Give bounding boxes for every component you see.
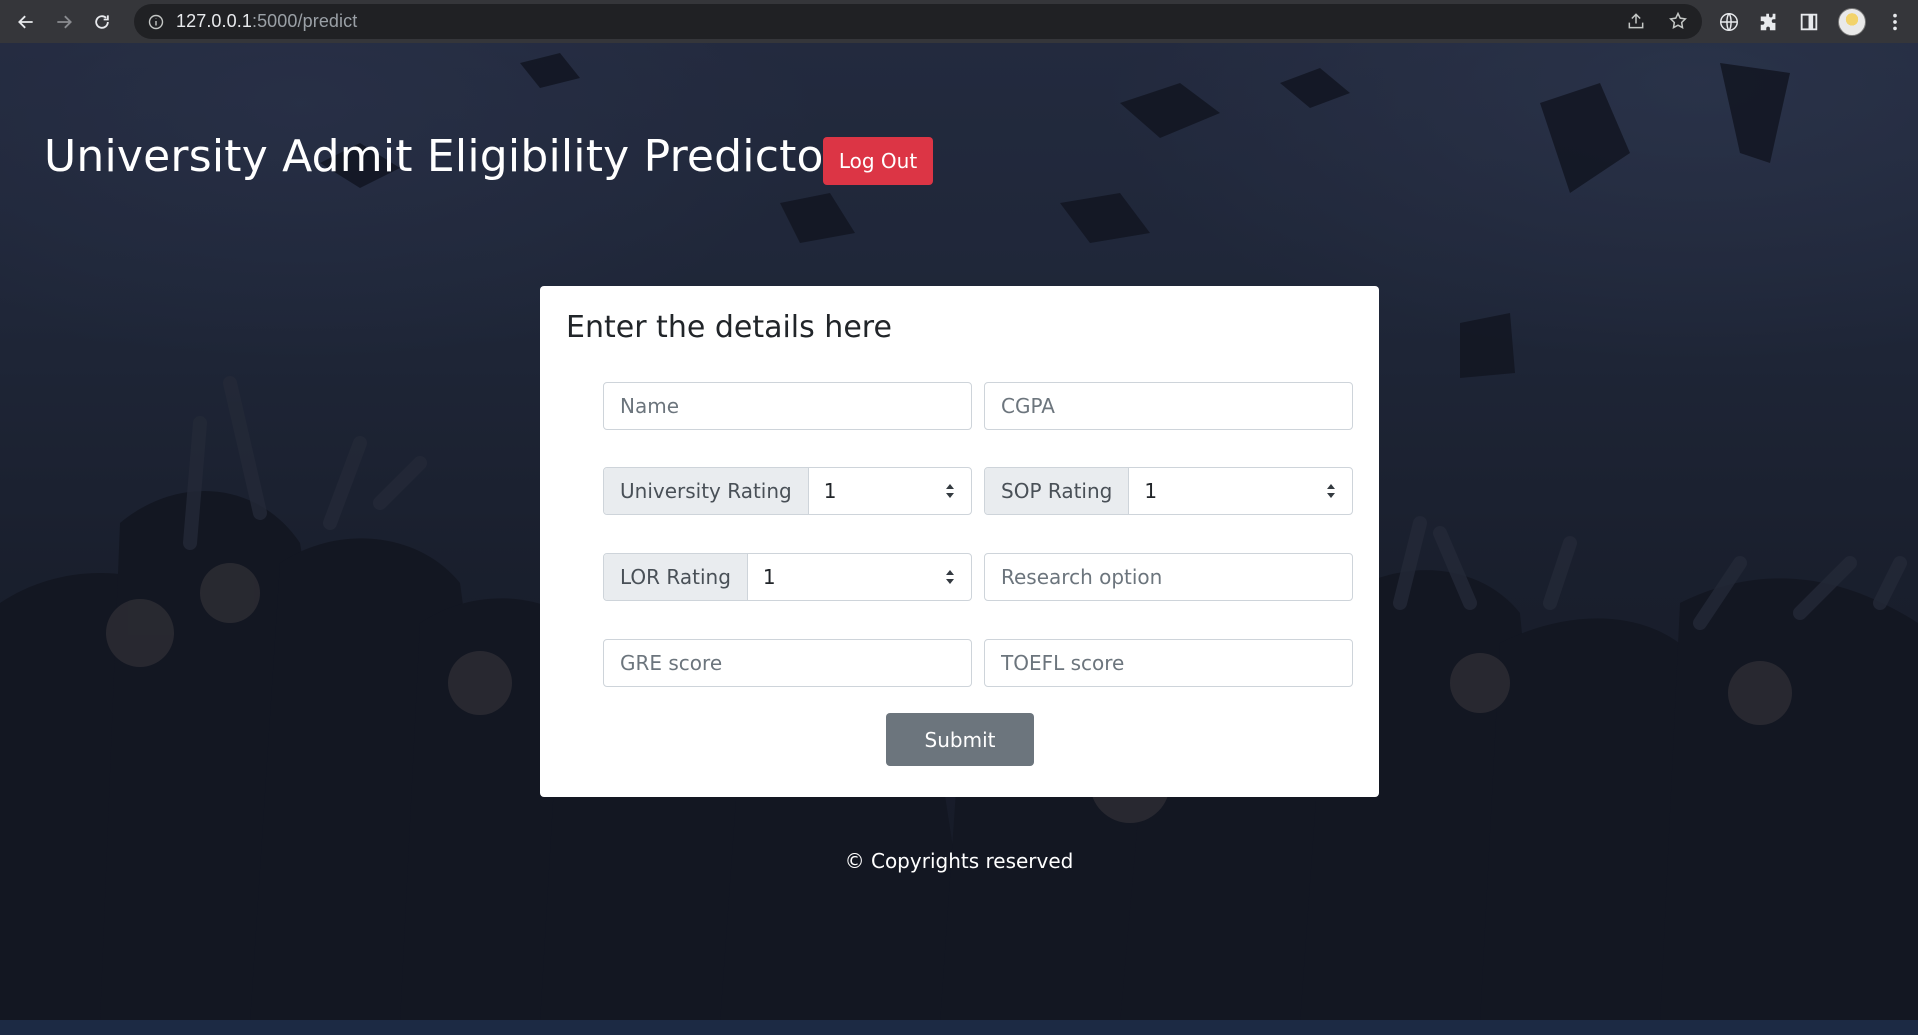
toefl-field[interactable]: [984, 639, 1353, 687]
university-rating-value: 1: [823, 479, 837, 503]
submit-button[interactable]: Submit: [886, 713, 1034, 766]
page-title: University Admit Eligibility Predictor: [44, 131, 842, 182]
address-bar[interactable]: 127.0.0.1:5000/predict: [134, 4, 1702, 39]
research-field[interactable]: [984, 553, 1353, 601]
share-icon[interactable]: [1626, 11, 1646, 31]
back-icon[interactable]: [14, 10, 38, 34]
lor-rating-group: LOR Rating 1: [603, 553, 972, 601]
sop-rating-group: SOP Rating 1: [984, 467, 1353, 515]
side-panel-icon[interactable]: [1798, 11, 1820, 33]
page-background: University Admit Eligibility Predictor L…: [0, 43, 1918, 1025]
research-input[interactable]: [985, 554, 1352, 600]
browser-toolbar: 127.0.0.1:5000/predict: [0, 0, 1918, 43]
footer-copyright: © Copyrights reserved: [844, 849, 1074, 873]
university-rating-group: University Rating 1: [603, 467, 972, 515]
lor-rating-select[interactable]: 1: [748, 554, 971, 600]
university-rating-label: University Rating: [604, 468, 809, 514]
select-arrows-icon: [1327, 484, 1335, 498]
reload-icon[interactable]: [90, 10, 114, 34]
cgpa-field[interactable]: [984, 382, 1353, 430]
select-arrows-icon: [946, 570, 954, 584]
toefl-input[interactable]: [985, 640, 1352, 686]
sop-rating-value: 1: [1144, 479, 1158, 503]
bookmark-star-icon[interactable]: [1668, 11, 1688, 31]
forward-icon[interactable]: [52, 10, 76, 34]
form-title: Enter the details here: [566, 310, 892, 345]
page-bottom-edge: [0, 1020, 1918, 1035]
name-input[interactable]: [604, 383, 971, 429]
extensions-puzzle-icon[interactable]: [1758, 11, 1780, 33]
globe-extension-icon[interactable]: [1718, 11, 1740, 33]
cgpa-input[interactable]: [985, 383, 1352, 429]
info-icon[interactable]: [148, 14, 164, 30]
gre-input[interactable]: [604, 640, 971, 686]
logout-button[interactable]: Log Out: [823, 137, 933, 185]
lor-rating-value: 1: [762, 565, 776, 589]
sop-rating-select[interactable]: 1: [1129, 468, 1352, 514]
gre-field[interactable]: [603, 639, 972, 687]
select-arrows-icon: [946, 484, 954, 498]
lor-rating-label: LOR Rating: [604, 554, 748, 600]
profile-avatar[interactable]: [1838, 8, 1866, 36]
sop-rating-label: SOP Rating: [985, 468, 1130, 514]
url-text: 127.0.0.1:5000/predict: [176, 11, 358, 31]
name-field[interactable]: [603, 382, 972, 430]
menu-kebab-icon[interactable]: [1884, 11, 1906, 33]
prediction-form-card: Enter the details here University Rating…: [540, 286, 1379, 797]
university-rating-select[interactable]: 1: [809, 468, 971, 514]
